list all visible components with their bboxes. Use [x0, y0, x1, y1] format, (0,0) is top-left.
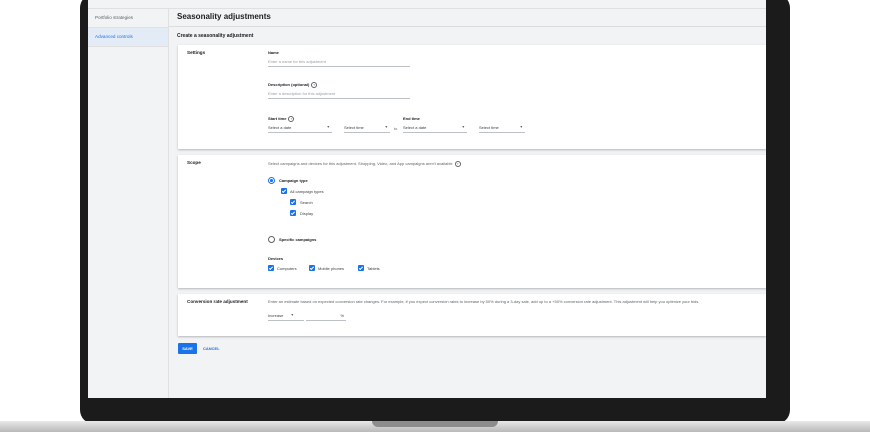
tablets-checkbox[interactable] — [358, 265, 364, 271]
campaign-type-radio[interactable] — [268, 177, 275, 184]
start-time-label-text: Start time — [268, 116, 287, 122]
description-label: Description (optional)? — [268, 82, 318, 88]
scope-intro-text: Select campaigns and devices for this ad… — [268, 161, 453, 167]
end-date-value: Select a date — [403, 125, 427, 130]
help-icon[interactable]: ? — [454, 161, 461, 167]
campaign-type-label: Campaign type — [279, 178, 308, 183]
adjustment-percent-input[interactable]: % — [306, 313, 346, 321]
name-input[interactable]: Enter a name for this adjustment — [268, 59, 410, 67]
tablets-label: Tablets — [367, 266, 380, 271]
start-date-select[interactable]: Select a date ▼ — [268, 125, 332, 133]
end-time-select[interactable]: Select time ▼ — [479, 125, 525, 133]
settings-section-label: Settings — [187, 50, 206, 55]
mobile-phones-checkbox[interactable] — [309, 265, 315, 271]
chevron-down-icon: ▼ — [384, 125, 388, 129]
description-label-text: Description (optional) — [268, 82, 310, 88]
start-time-label: Start time? — [268, 116, 295, 122]
chevron-down-icon: ▼ — [519, 125, 523, 129]
percent-unit: % — [340, 313, 344, 318]
computers-label: Computers — [277, 266, 297, 271]
search-label: Search — [300, 200, 313, 205]
main-content: Seasonality adjustments Create a seasona… — [169, 9, 766, 398]
page-subtitle: Create a seasonality adjustment — [177, 33, 254, 39]
page-title: Seasonality adjustments — [177, 12, 271, 21]
save-button[interactable]: SAVE — [178, 343, 197, 354]
display-checkbox[interactable] — [290, 210, 296, 216]
sidebar-item-advanced-controls[interactable]: Advanced controls — [88, 28, 168, 47]
computers-checkbox[interactable] — [268, 265, 274, 271]
search-checkbox[interactable] — [290, 199, 296, 205]
title-divider — [169, 26, 766, 27]
sidebar-item-portfolio-strategies[interactable]: Portfolio strategies — [88, 9, 168, 28]
settings-card: Settings Name Enter a name for this adju… — [178, 45, 766, 149]
scope-intro: Select campaigns and devices for this ad… — [268, 161, 461, 167]
conversion-rate-card: Conversion rate adjustment Enter an esti… — [178, 294, 766, 336]
devices-label: Devices — [268, 256, 284, 261]
screen: Portfolio strategies Advanced controls S… — [88, 0, 766, 398]
start-time-value: Select time — [344, 125, 364, 130]
end-date-select[interactable]: Select a date ▼ — [403, 125, 467, 133]
specific-campaigns-label: Specific campaigns — [279, 237, 317, 242]
end-time-label: End time — [403, 116, 420, 121]
chevron-down-icon: ▼ — [461, 125, 465, 129]
start-date-value: Select a date — [268, 125, 292, 130]
scope-card: Scope Select campaigns and devices for t… — [178, 155, 766, 288]
display-label: Display — [300, 211, 314, 216]
start-time-select[interactable]: Select time ▼ — [344, 125, 390, 133]
scope-section-label: Scope — [187, 160, 201, 165]
adjustment-direction-value: Increase — [268, 313, 284, 318]
chevron-down-icon: ▼ — [290, 313, 294, 317]
chevron-down-icon: ▼ — [326, 125, 330, 129]
help-icon[interactable]: ? — [288, 116, 295, 122]
laptop-base-notch — [372, 421, 498, 427]
cancel-button[interactable]: CANCEL — [203, 343, 220, 354]
all-campaign-types-label: All campaign types — [290, 189, 324, 194]
conversion-section-label: Conversion rate adjustment — [187, 299, 248, 304]
adjustment-direction-select[interactable]: Increase ▼ — [268, 313, 304, 321]
help-icon[interactable]: ? — [311, 82, 318, 88]
top-bar — [88, 0, 766, 9]
end-time-value: Select time — [479, 125, 499, 130]
sidebar: Portfolio strategies Advanced controls — [88, 9, 169, 398]
conversion-description: Enter an estimate based on expected conv… — [268, 299, 700, 304]
name-label: Name — [268, 50, 279, 55]
description-input[interactable]: Enter a description for this adjustment — [268, 91, 410, 99]
mobile-phones-label: Mobile phones — [318, 266, 345, 271]
all-campaign-types-checkbox[interactable] — [281, 188, 287, 194]
specific-campaigns-radio[interactable] — [268, 236, 275, 243]
to-text: to — [394, 126, 398, 131]
